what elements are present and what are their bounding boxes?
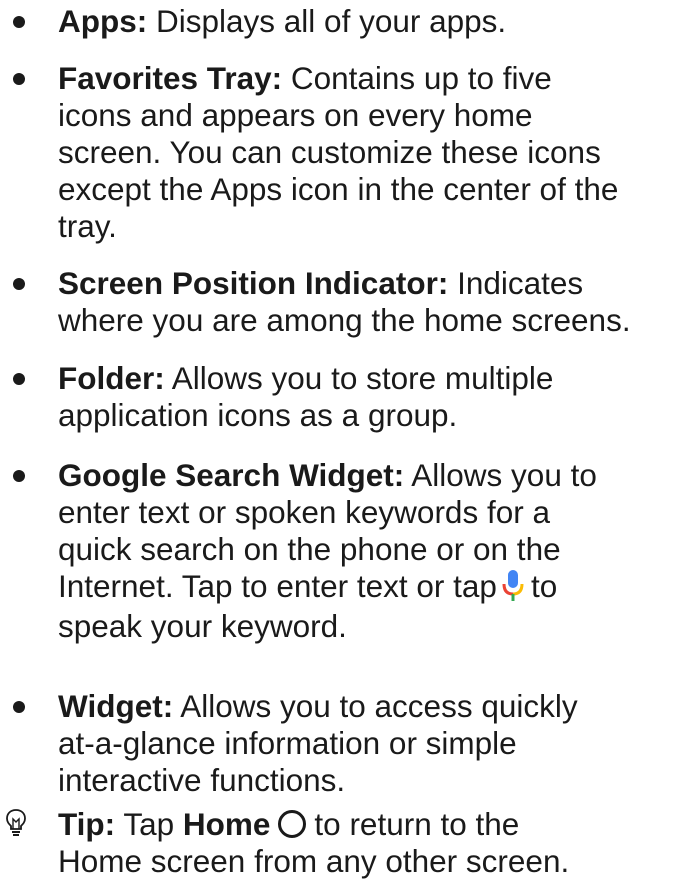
term-label: Screen Position Indicator: — [58, 265, 449, 301]
term-label: Favorites Tray: — [58, 60, 283, 96]
list-item-text: Favorites Tray: Contains up to five icon… — [58, 60, 694, 245]
text-line: screen. You can customize these icons — [58, 134, 601, 170]
microphone-icon — [502, 570, 524, 601]
bullet-dot — [13, 373, 25, 385]
tip-text-segment: Tap — [115, 806, 183, 842]
home-label: Home — [182, 806, 271, 842]
list-item-text: Apps: Displays all of your apps. — [58, 3, 694, 40]
document-page: Apps: Displays all of your apps. Favorit… — [0, 0, 694, 882]
lightbulb-icon — [6, 809, 26, 836]
list-item-text: Screen Position Indicator: Indicates whe… — [58, 265, 694, 339]
text-line: at-a-glance information or simple — [58, 725, 517, 761]
text-line: Favorites Tray: Contains up to five — [58, 60, 694, 97]
text-line: Screen Position Indicator: Indicates — [58, 265, 694, 302]
text-line: Google Search Widget: Allows you to — [58, 457, 694, 494]
tip-text: Tip: Tap Home to return to the Home scree… — [58, 806, 694, 880]
term-label: Folder: — [58, 360, 165, 396]
text-line: quick search on the phone or on the — [58, 531, 561, 567]
term-label: Widget: — [58, 688, 174, 724]
description-text: Displays all of your apps. — [147, 3, 507, 39]
text-line: where you are among the home screens. — [58, 302, 631, 338]
text-line: Internet. Tap to enter text or tap to — [58, 568, 694, 608]
text-line: tray. — [58, 208, 117, 244]
text-line: Tip: Tap Home to return to the — [58, 806, 694, 843]
text-line: Folder: Allows you to store multiple — [58, 360, 694, 397]
text-line: Home screen from any other screen. — [58, 843, 570, 879]
description-text: Contains up to five — [282, 60, 552, 96]
text-line: application icons as a group. — [58, 397, 458, 433]
text-line: Apps: Displays all of your apps. — [58, 3, 694, 40]
description-text: Allows you to access quickly — [173, 688, 578, 724]
list-item-text: Widget: Allows you to access quickly at-… — [58, 688, 694, 799]
bullet-dot — [13, 701, 25, 713]
tip-text-segment: to return to the — [314, 806, 520, 842]
bullet-dot — [13, 73, 25, 85]
bullet-dot — [13, 278, 25, 290]
text-line: icons and appears on every home — [58, 97, 533, 133]
text-line: except the Apps icon in the center of th… — [58, 171, 619, 207]
description-text: Internet. Tap to enter text or tap — [58, 568, 497, 604]
text-line: enter text or spoken keywords for a — [58, 494, 550, 530]
description-text: Allows you to — [404, 457, 597, 493]
list-item-text: Google Search Widget: Allows you to ente… — [58, 457, 694, 645]
term-label: Apps: — [58, 3, 148, 39]
description-text: Allows you to store multiple — [164, 360, 554, 396]
home-circle-icon — [278, 810, 307, 838]
bullet-dot — [13, 470, 25, 482]
text-line: interactive functions. — [58, 762, 346, 798]
text-line: speak your keyword. — [58, 608, 347, 644]
list-item-text: Folder: Allows you to store multiple app… — [58, 360, 694, 434]
description-text: to — [530, 568, 558, 604]
tip-label: Tip: — [58, 806, 116, 842]
bullet-dot — [13, 16, 25, 28]
text-line: Widget: Allows you to access quickly — [58, 688, 694, 725]
description-text: Indicates — [448, 265, 584, 301]
term-label: Google Search Widget: — [58, 457, 405, 493]
